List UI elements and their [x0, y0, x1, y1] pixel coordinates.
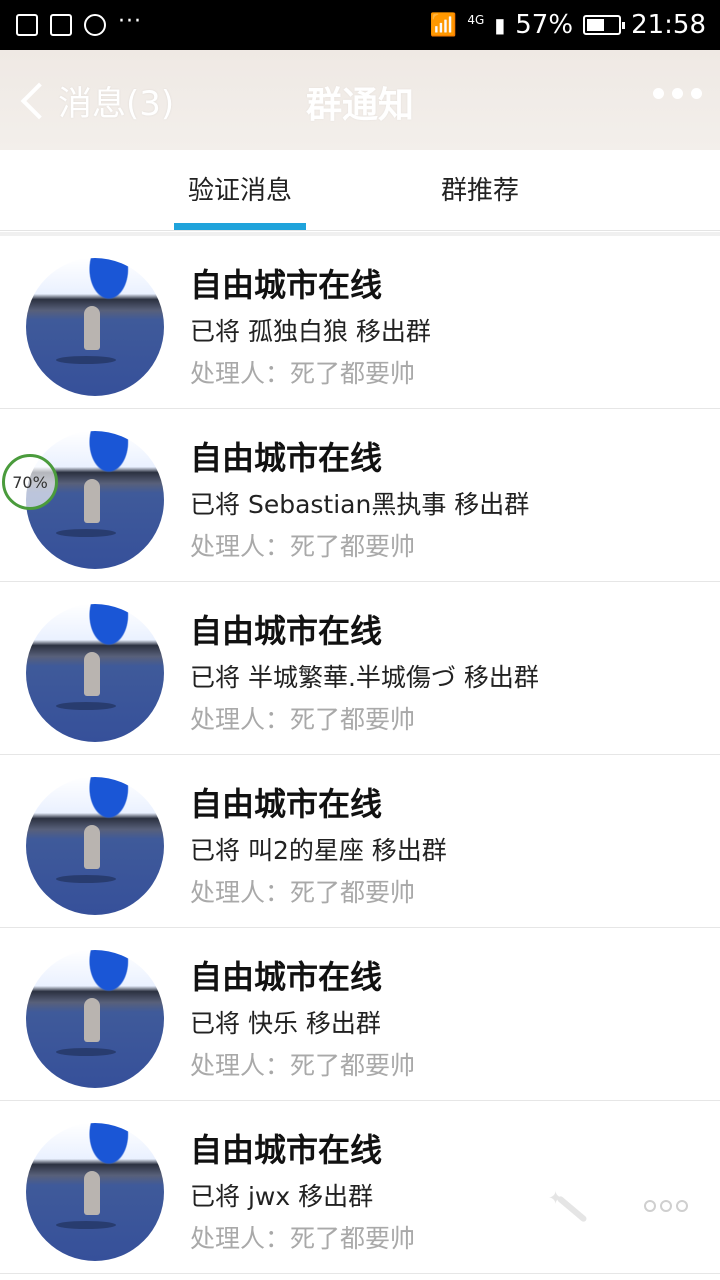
progress-label: 70% — [12, 472, 48, 492]
notification-text: 已将 半城繁華.半城傷づ 移出群 — [190, 663, 539, 692]
group-name: 自由城市在线 — [190, 958, 383, 996]
group-avatar[interactable] — [26, 258, 164, 396]
gear-icon — [84, 14, 106, 36]
notification-text: 已将 叫2的星座 移出群 — [190, 836, 447, 865]
notification-list: 自由城市在线 已将 孤独白狼 移出群 处理人：死了都要帅 自由城市在线 已将 S… — [0, 236, 720, 1274]
nav-header: 消息(3) 群通知 — [0, 50, 720, 150]
dot-icon — [653, 88, 664, 99]
handler-text: 处理人：死了都要帅 — [190, 878, 416, 907]
page-title: 群通知 — [305, 85, 414, 126]
group-avatar[interactable] — [26, 950, 164, 1088]
group-avatar[interactable] — [26, 604, 164, 742]
more-options-button[interactable] — [653, 88, 702, 99]
notification-text: 已将 快乐 移出群 — [190, 1009, 381, 1038]
notification-text: 已将 Sebastian黑执事 移出群 — [190, 490, 530, 519]
list-item[interactable]: 自由城市在线 已将 jwx 移出群 处理人：死了都要帅 — [0, 1101, 720, 1274]
list-item[interactable]: 自由城市在线 已将 孤独白狼 移出群 处理人：死了都要帅 — [0, 236, 720, 409]
image-icon — [16, 14, 38, 36]
list-item[interactable]: 自由城市在线 已将 叫2的星座 移出群 处理人：死了都要帅 — [0, 755, 720, 928]
handler-text: 处理人：死了都要帅 — [190, 359, 416, 388]
dot-icon — [672, 88, 683, 99]
active-tab-indicator — [174, 223, 306, 230]
message-icon — [50, 14, 72, 36]
notification-text: 已将 孤独白狼 移出群 — [190, 317, 431, 346]
handler-text: 处理人：死了都要帅 — [190, 705, 416, 734]
notification-text: 已将 jwx 移出群 — [190, 1182, 374, 1211]
progress-bubble[interactable]: 70% — [2, 454, 58, 510]
status-left-icons: ··· — [16, 9, 142, 36]
list-item[interactable]: 自由城市在线 已将 半城繁華.半城傷づ 移出群 处理人：死了都要帅 — [0, 582, 720, 755]
battery-icon — [583, 15, 626, 35]
tab-bar: 验证消息 群推荐 — [0, 150, 720, 231]
more-icon[interactable] — [644, 1200, 688, 1212]
network-type: 4G — [467, 13, 485, 27]
magic-wand-icon[interactable]: ✦ — [548, 1188, 592, 1228]
list-item[interactable]: 自由城市在线 已将 快乐 移出群 处理人：死了都要帅 — [0, 928, 720, 1101]
status-bar: ··· 📶 4G ▮ 57% 21:58 — [0, 0, 720, 50]
battery-percent: 57% — [515, 10, 574, 40]
group-name: 自由城市在线 — [190, 612, 383, 650]
handler-text: 处理人：死了都要帅 — [190, 532, 416, 561]
group-avatar[interactable] — [26, 777, 164, 915]
list-item[interactable]: 自由城市在线 已将 Sebastian黑执事 移出群 处理人：死了都要帅 — [0, 409, 720, 582]
signal-icon: ▮ — [494, 13, 506, 37]
more-icon: ··· — [118, 8, 142, 34]
battery-fill — [587, 19, 605, 31]
group-name: 自由城市在线 — [190, 439, 383, 477]
group-name: 自由城市在线 — [190, 266, 383, 304]
wifi-icon: 📶 — [429, 12, 458, 38]
group-name: 自由城市在线 — [190, 785, 383, 823]
group-name: 自由城市在线 — [190, 1131, 383, 1169]
clock: 21:58 — [631, 10, 706, 40]
handler-text: 处理人：死了都要帅 — [190, 1051, 416, 1080]
status-right: 📶 4G ▮ 57% 21:58 — [430, 10, 706, 40]
group-avatar[interactable] — [26, 1123, 164, 1261]
handler-text: 处理人：死了都要帅 — [190, 1224, 416, 1253]
tab-verification[interactable]: 验证消息 — [170, 170, 310, 207]
tab-group-recommend[interactable]: 群推荐 — [410, 170, 550, 207]
dot-icon — [691, 88, 702, 99]
